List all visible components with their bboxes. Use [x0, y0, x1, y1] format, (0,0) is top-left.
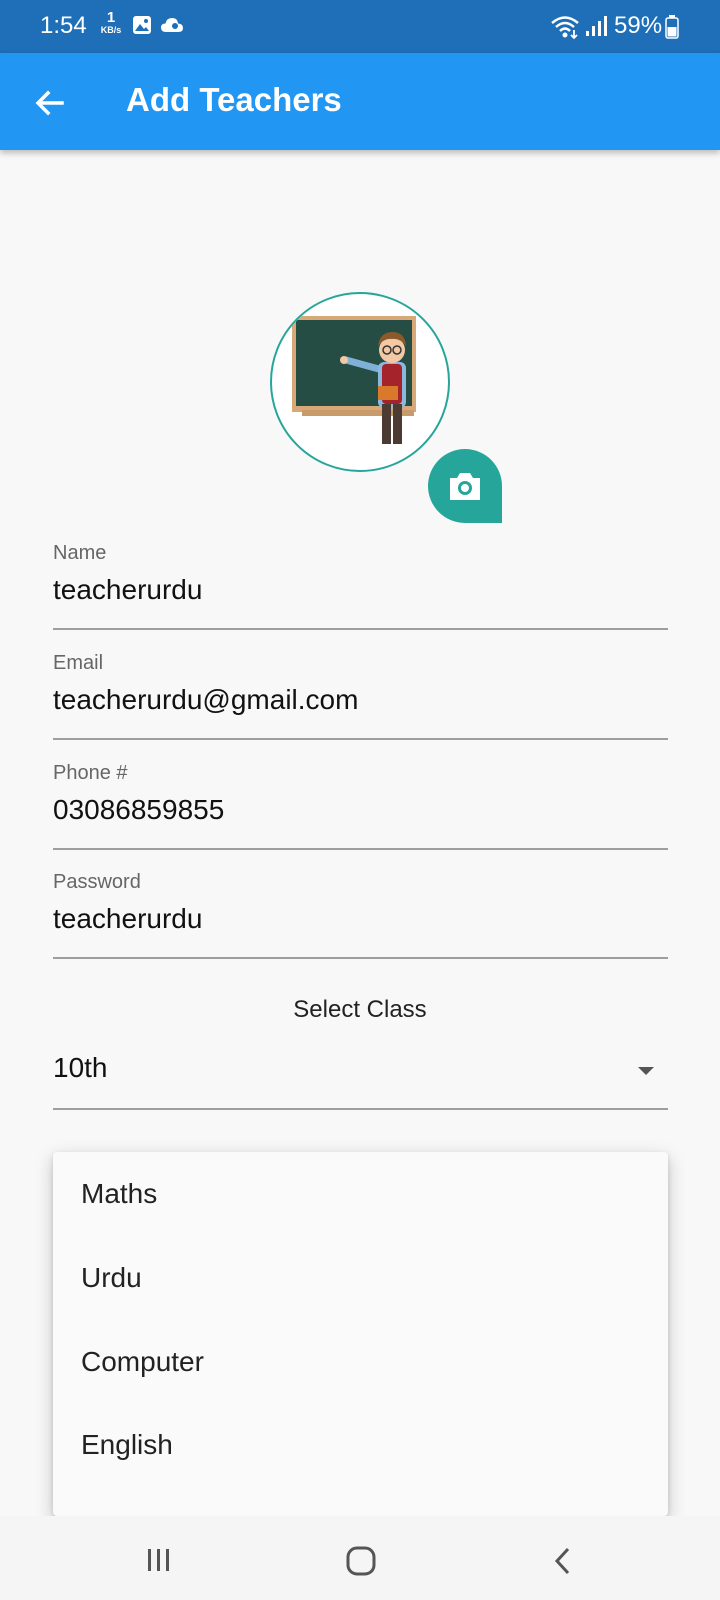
back-button[interactable] — [28, 81, 72, 125]
teacher-avatar[interactable] — [270, 292, 450, 472]
page-title: Add Teachers — [126, 81, 342, 118]
phone-input[interactable]: 03086859855 — [53, 794, 224, 826]
recent-apps-icon[interactable] — [144, 1546, 174, 1579]
chevron-down-icon — [638, 1067, 654, 1075]
arrow-left-icon — [35, 90, 64, 116]
signal-icon — [584, 14, 608, 43]
system-nav-bar — [0, 1516, 720, 1600]
camera-button[interactable] — [428, 449, 502, 523]
status-time: 1:54 — [40, 12, 87, 39]
menu-item-computer[interactable]: Computer — [53, 1320, 668, 1404]
class-dropdown[interactable]: 10th — [53, 1040, 668, 1110]
back-icon[interactable] — [552, 1546, 574, 1581]
teacher-illustration — [292, 316, 416, 444]
cloud-icon — [160, 15, 184, 40]
camera-icon — [450, 473, 480, 500]
email-input[interactable]: teacherurdu@gmail.com — [53, 684, 358, 716]
app-bar: Add Teachers — [0, 53, 720, 150]
subject-dropdown-menu: Maths Urdu Computer English — [53, 1152, 668, 1516]
menu-item-english[interactable]: English — [53, 1403, 668, 1487]
menu-item-urdu[interactable]: Urdu — [53, 1236, 668, 1320]
network-speed: 1 KB/s — [98, 10, 124, 35]
email-label: Email — [53, 652, 104, 674]
class-selected-value: 10th — [53, 1052, 108, 1083]
battery-percent: 59% — [614, 12, 663, 39]
wifi-icon — [550, 14, 580, 45]
gallery-icon — [132, 15, 152, 40]
email-field[interactable]: Email teacherurdu@gmail.com — [53, 652, 668, 740]
network-speed-unit: KB/s — [100, 25, 122, 35]
status-bar: 1:54 1 KB/s 59% — [0, 0, 720, 53]
password-label: Password — [53, 871, 141, 893]
menu-item-maths[interactable]: Maths — [53, 1152, 668, 1236]
home-icon[interactable] — [345, 1546, 377, 1581]
network-speed-value: 1 — [106, 9, 116, 26]
select-class-label: Select Class — [293, 996, 427, 1023]
phone-label: Phone # — [53, 762, 128, 784]
phone-field[interactable]: Phone # 03086859855 — [53, 762, 668, 850]
password-field[interactable]: Password teacherurdu — [53, 871, 668, 959]
password-input[interactable]: teacherurdu — [53, 903, 202, 935]
name-label: Name — [53, 542, 107, 564]
name-field[interactable]: Name teacherurdu — [53, 542, 668, 630]
name-input[interactable]: teacherurdu — [53, 574, 202, 606]
battery-icon — [665, 15, 679, 44]
